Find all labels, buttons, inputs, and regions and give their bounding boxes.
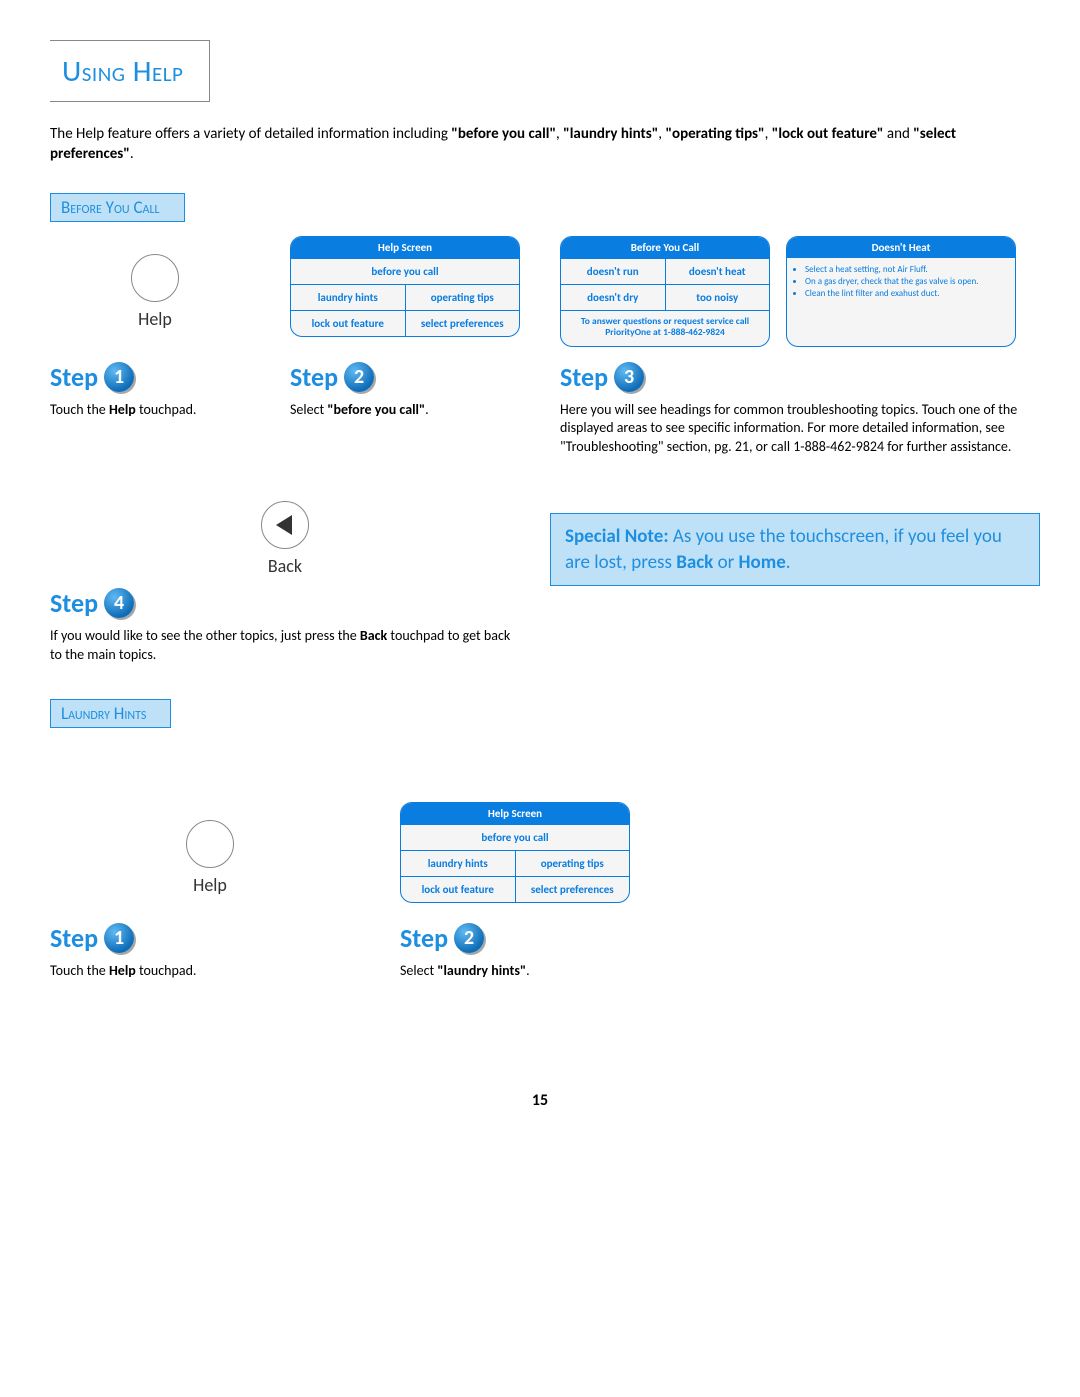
byc-footer: To answer questions or request service c…: [561, 310, 769, 344]
hs-selectprefs: select preferences: [406, 311, 520, 336]
byc-title: Before You Call: [561, 237, 769, 258]
byc-toonoisy: too noisy: [666, 285, 770, 310]
step1-num: 1: [104, 362, 134, 392]
step3-text: Here you will see headings for common tr…: [560, 401, 1040, 458]
hs2-title: Help Screen: [401, 803, 629, 824]
intro-q1: "before you call": [451, 125, 556, 143]
lh-step1-num: 1: [104, 923, 134, 953]
intro-q2: "laundry hints": [563, 125, 658, 143]
help-circle-icon-2: [186, 820, 234, 868]
step2-num: 2: [344, 362, 374, 392]
step4-label: Step 4: [50, 587, 520, 619]
step4-text: If you would like to see the other topic…: [50, 627, 520, 665]
step3-label: Step 3: [560, 361, 1040, 393]
step2-text: Select "before you call".: [290, 401, 530, 420]
step1-label: Step 1: [50, 361, 260, 393]
title-box: Using Help: [50, 40, 210, 102]
lh-step1-label: Step 1: [50, 922, 370, 954]
step1-text: Touch the Help touchpad.: [50, 401, 260, 420]
hs2-beforeyoucall: before you call: [401, 824, 629, 850]
lh-step2-num: 2: [454, 923, 484, 953]
help-label: Help: [138, 308, 172, 330]
hs-beforeyoucall: before you call: [291, 258, 519, 284]
step3-num: 3: [614, 362, 644, 392]
dh-title: Doesn't Heat: [787, 237, 1015, 258]
hs2-selectprefs: select preferences: [516, 877, 630, 902]
hs2-operatingtips: operating tips: [516, 851, 630, 876]
help-screen-mock: Help Screen before you call laundry hint…: [290, 236, 520, 337]
lh-step2-label: Step 2: [400, 922, 660, 954]
subhead-before-you-call: Before You Call: [50, 193, 185, 222]
hs2-lockout: lock out feature: [401, 877, 516, 902]
before-you-call-screen: Before You Call doesn't run doesn't heat…: [560, 236, 770, 347]
hs-operatingtips: operating tips: [406, 285, 520, 310]
help-touchpad: Help: [50, 254, 260, 330]
back-circle-icon: [261, 501, 309, 549]
help-screen-mock-2: Help Screen before you call laundry hint…: [400, 802, 630, 903]
back-arrow-icon: [276, 515, 292, 535]
dh-b1: Select a heat setting, not Air Fluff.: [805, 264, 1007, 276]
step4-num: 4: [104, 588, 134, 618]
help-screen-title: Help Screen: [291, 237, 519, 258]
dh-b3: Clean the lint filter and exahust duct.: [805, 288, 1007, 300]
hs-lockout: lock out feature: [291, 311, 406, 336]
intro-lead: The Help feature offers a variety of det…: [50, 125, 451, 143]
page-number: 15: [50, 1091, 1030, 1110]
intro-q4: "lock out feature": [772, 125, 884, 143]
intro-paragraph: The Help feature offers a variety of det…: [50, 124, 1030, 165]
doesnt-heat-screen: Doesn't Heat Select a heat setting, not …: [786, 236, 1016, 347]
intro-q3: "operating tips": [665, 125, 764, 143]
back-label: Back: [268, 555, 302, 577]
subhead-laundry-hints: Laundry Hints: [50, 699, 171, 728]
lh-step2-text: Select "laundry hints".: [400, 962, 660, 981]
step2-label: Step 2: [290, 361, 530, 393]
page-title: Using Help: [62, 53, 183, 90]
special-note: Special Note: As you use the touchscreen…: [550, 513, 1040, 586]
help-touchpad-2: Help: [50, 820, 370, 896]
hs-laundryhints: laundry hints: [291, 285, 406, 310]
byc-doesntheat: doesn't heat: [666, 259, 770, 284]
help-label-2: Help: [193, 874, 227, 896]
back-touchpad: Back: [50, 501, 520, 577]
lh-step1-text: Touch the Help touchpad.: [50, 962, 370, 981]
help-circle-icon: [131, 254, 179, 302]
hs2-laundryhints: laundry hints: [401, 851, 516, 876]
dh-b2: On a gas dryer, check that the gas valve…: [805, 276, 1007, 288]
byc-doesntrun: doesn't run: [561, 259, 666, 284]
byc-doesntdry: doesn't dry: [561, 285, 666, 310]
